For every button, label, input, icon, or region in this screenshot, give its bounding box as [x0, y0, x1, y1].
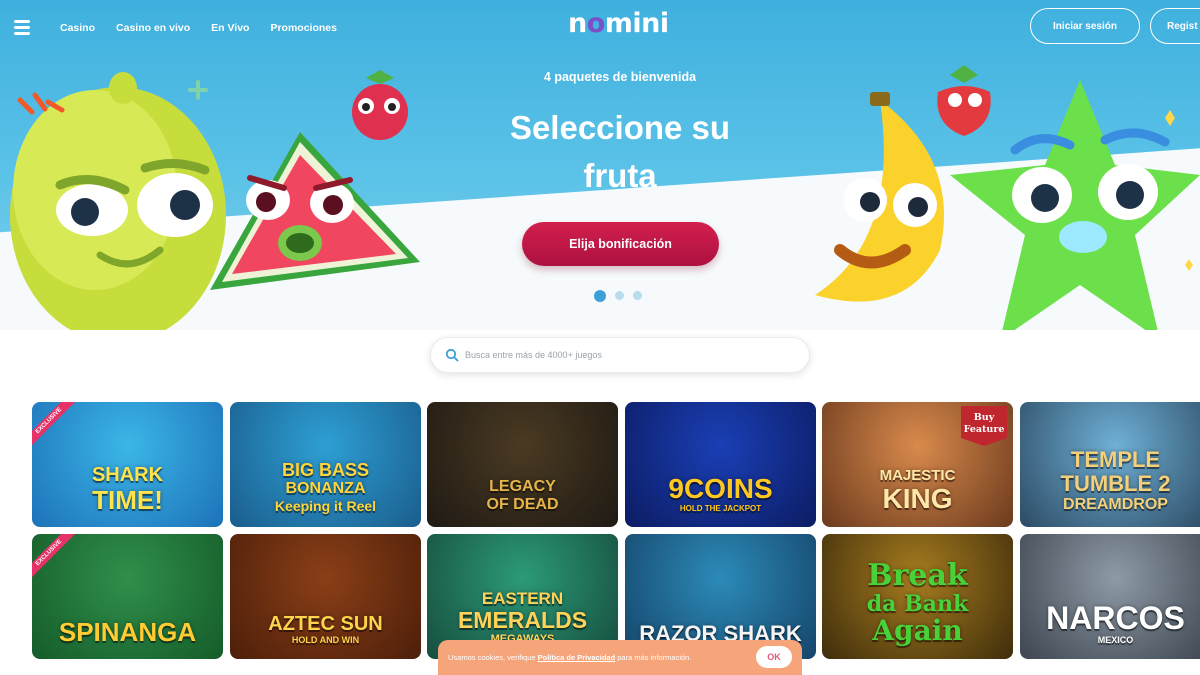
- game-tile[interactable]: 9COINS HOLD THE JACKPOT: [625, 402, 816, 527]
- main-nav: Casino Casino en vivo En Vivo Promocione…: [60, 22, 337, 34]
- star-character-icon: [950, 80, 1200, 330]
- exclusive-badge: EXCLUSIVE: [32, 534, 81, 585]
- nav-item-casino-en-vivo[interactable]: Casino en vivo: [116, 22, 190, 34]
- game-tile[interactable]: SHARK TIME! EXCLUSIVE: [32, 402, 223, 527]
- cookie-ok-button[interactable]: OK: [756, 646, 792, 668]
- game-title-line: LEGACY: [489, 478, 556, 495]
- buy-feature-badge: Buy Feature: [961, 406, 1007, 446]
- hamburger-icon[interactable]: [14, 20, 30, 35]
- game-title-line: OF DEAD: [486, 496, 559, 513]
- lemon-character-icon: [10, 72, 226, 330]
- game-title-line: Again: [872, 614, 963, 647]
- carousel-dot-3[interactable]: [633, 291, 642, 300]
- privacy-policy-link[interactable]: Política de Privacidad: [538, 653, 616, 662]
- game-tile[interactable]: TEMPLE TUMBLE 2 DREAMDROP: [1020, 402, 1200, 527]
- carousel-dot-1[interactable]: [594, 289, 606, 302]
- game-title-line: EMERALDS: [457, 607, 588, 633]
- game-title-line: MAJESTIC: [879, 467, 956, 484]
- register-button[interactable]: Regist: [1150, 8, 1200, 44]
- game-title-line: EASTERN: [481, 589, 564, 608]
- game-tile[interactable]: MAJESTIC KING Buy Feature: [822, 402, 1013, 527]
- game-tile[interactable]: Break da Bank Again: [822, 534, 1013, 659]
- game-tile[interactable]: SPINANGA EXCLUSIVE: [32, 534, 223, 659]
- game-tile[interactable]: AZTEC SUN HOLD AND WIN: [230, 534, 421, 659]
- game-title-line: TUMBLE 2: [1060, 471, 1171, 496]
- game-title-line: TEMPLE: [1070, 447, 1161, 472]
- nav-item-casino[interactable]: Casino: [60, 22, 95, 34]
- watermelon-character-icon: [210, 132, 420, 290]
- top-navigation: Casino Casino en vivo En Vivo Promocione…: [0, 0, 1200, 56]
- game-search-bar[interactable]: [430, 337, 810, 373]
- nomini-logo[interactable]: nomini: [568, 8, 669, 39]
- raspberry-character-icon: [352, 70, 408, 140]
- game-title-line: AZTEC SUN: [268, 613, 383, 635]
- game-title-line: HOLD AND WIN: [291, 635, 360, 645]
- game-title-line: HOLD THE JACKPOT: [679, 504, 762, 513]
- nav-item-promociones[interactable]: Promociones: [270, 22, 337, 34]
- game-title-line: da Bank: [866, 591, 969, 617]
- game-title-line: BIG BASS: [281, 460, 369, 480]
- game-title-line: DREAMDROP: [1063, 496, 1168, 513]
- nav-item-en-vivo[interactable]: En Vivo: [211, 22, 249, 34]
- strawberry-character-icon: [937, 65, 991, 136]
- game-title-line: TIME!: [92, 485, 163, 515]
- game-title-line: NARCOS: [1046, 600, 1185, 636]
- banana-character-icon: [815, 92, 944, 302]
- login-button[interactable]: Iniciar sesión: [1030, 8, 1140, 44]
- game-tile[interactable]: LEGACY OF DEAD: [427, 402, 618, 527]
- game-title-line: KING: [882, 483, 953, 514]
- choose-bonus-button[interactable]: Elija bonificación: [522, 222, 719, 266]
- game-tile[interactable]: BIG BASS BONANZA Keeping it Reel: [230, 402, 421, 527]
- carousel-dots: [594, 289, 642, 302]
- game-title-line: Break: [867, 558, 968, 593]
- exclusive-badge: EXCLUSIVE: [32, 402, 81, 453]
- carousel-dot-2[interactable]: [615, 291, 624, 300]
- game-title-line: SHARK: [91, 464, 164, 486]
- cookie-banner: Usamos cookies, verifique Política de Pr…: [438, 640, 802, 675]
- hero-banner: Casino Casino en vivo En Vivo Promocione…: [0, 0, 1200, 330]
- game-title-line: 9COINS: [668, 473, 773, 504]
- game-title-line: BONANZA: [285, 480, 366, 497]
- game-title-line: Keeping it Reel: [274, 498, 377, 514]
- game-tile[interactable]: NARCOS MEXICO: [1020, 534, 1200, 659]
- game-title-line: MEXICO: [1097, 635, 1134, 645]
- search-input[interactable]: [465, 350, 785, 360]
- search-icon: [445, 348, 459, 362]
- cookie-text: Usamos cookies, verifique Política de Pr…: [448, 653, 692, 662]
- game-title-line: SPINANGA: [58, 617, 197, 647]
